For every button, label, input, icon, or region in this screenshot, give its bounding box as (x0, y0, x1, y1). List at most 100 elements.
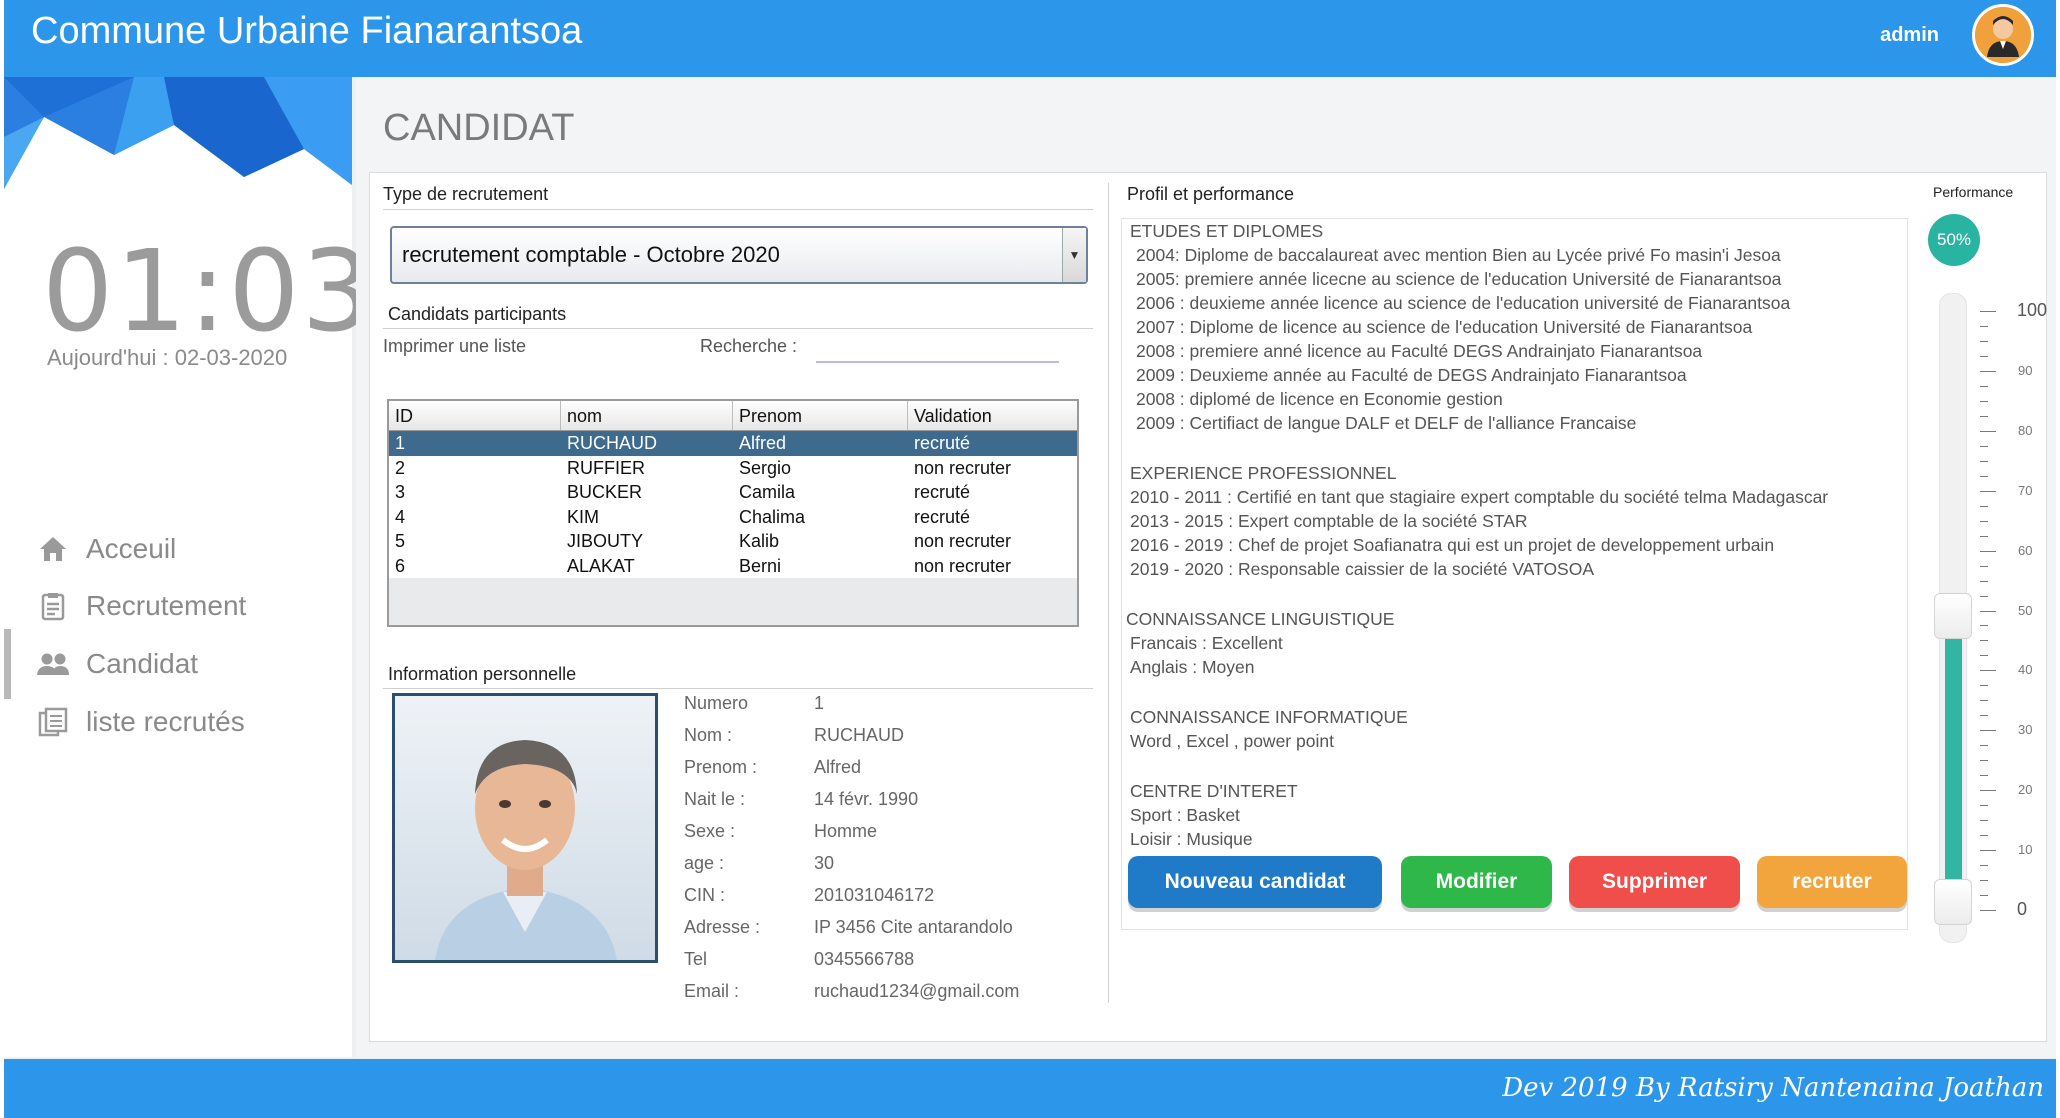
recruit-button[interactable]: recruter (1757, 856, 1907, 908)
info-value: Homme (814, 821, 878, 841)
cell-id: 2 (395, 457, 406, 478)
performance-title: Performance (1933, 184, 2014, 200)
cell-id: 3 (395, 482, 406, 502)
profile-line: 2009 : Certifiact de langue DALF et DELF… (1136, 413, 1637, 433)
nav-item-liste-recrutes[interactable]: liste recrutés (4, 687, 352, 757)
column-header-id[interactable]: ID (389, 401, 561, 430)
divider (383, 209, 1093, 210)
table-row[interactable]: 5 JIBOUTY Kalib non recruter (389, 529, 1077, 554)
scale-tick (1980, 865, 1988, 867)
profile-line: 2016 - 2019 : Chef de projet Soafianatra… (1130, 535, 1775, 555)
cell-nom: KIM (567, 506, 600, 527)
candidates-table: ID nom Prenom Validation 1 RUCHAUD Alfre… (387, 399, 1079, 627)
scale-tick (1980, 460, 1988, 462)
profile-line: Word , Excel , power point (1130, 731, 1334, 751)
info-key: CIN : (684, 885, 726, 905)
new-candidate-button[interactable]: Nouveau candidat (1128, 856, 1382, 908)
scale-tick (1980, 745, 1988, 747)
scale-tick (1980, 520, 1988, 522)
profile-line: 2013 - 2015 : Expert comptable de la soc… (1130, 511, 1528, 531)
info-value: 1 (814, 693, 825, 713)
clock: 01:03 (42, 227, 375, 357)
cell-id: 5 (395, 531, 406, 551)
cell-id: 4 (395, 506, 406, 527)
scale-tick (1980, 835, 1988, 837)
column-header-nom[interactable]: nom (561, 401, 733, 430)
table-row[interactable]: 4 KIM Chalima recruté (389, 504, 1077, 529)
table-row[interactable]: 3 BUCKER Camila recruté (389, 480, 1077, 505)
profile-line: 2009 : Deuxieme année au Faculté de DEGS… (1136, 365, 1687, 385)
performance-slider-min-thumb[interactable] (1934, 879, 1972, 925)
print-list-link[interactable]: Imprimer une liste (383, 336, 526, 357)
info-value: ruchaud1234@gmail.com (814, 981, 1020, 1001)
recruitment-type-select[interactable]: recrutement comptable - Octobre 2020 ▼ (390, 226, 1088, 284)
profile-text-area[interactable]: ETUDES ET DIPLOMES 2004: Diplome de bacc… (1121, 218, 1908, 930)
profile-line: 2004: Diplome de baccalaureat avec menti… (1136, 245, 1781, 265)
scale-tick (1980, 311, 1996, 312)
nav-label: Recrutement (86, 590, 247, 621)
scale-tick (1980, 595, 1988, 597)
scale-tick (1980, 370, 1996, 372)
scale-label: 70 (2018, 482, 2033, 498)
search-label: Recherche : (700, 336, 798, 356)
info-value: IP 3456 Cite antarandolo (814, 917, 1013, 937)
cell-prenom: Alfred (739, 433, 787, 453)
scale-tick (1980, 715, 1988, 717)
info-key: Numero (684, 693, 749, 713)
scale-tick (1980, 640, 1988, 642)
info-value: 14 févr. 1990 (814, 789, 919, 809)
scale-tick (1980, 340, 1988, 342)
chevron-down-icon[interactable]: ▼ (1062, 228, 1086, 282)
scale-label: 50 (2018, 602, 2033, 618)
cell-prenom: Camila (739, 482, 796, 502)
info-value: 0345566788 (814, 949, 915, 969)
profile-heading: EXPERIENCE PROFESSIONNEL (1130, 463, 1397, 483)
scale-tick (1980, 895, 1988, 897)
cell-validation: recruté (914, 482, 971, 502)
info-key: Email : (684, 981, 740, 1001)
cell-prenom: Berni (739, 555, 782, 576)
table-row[interactable]: 1 RUCHAUD Alfred recruté (389, 431, 1077, 456)
info-key: Adresse : (684, 917, 761, 937)
profile-line: 2007 : Diplome de licence au science de … (1136, 317, 1753, 337)
scale-label: 40 (2018, 662, 2033, 678)
candidate-photo (392, 693, 658, 963)
scale-tick (1980, 505, 1988, 507)
cell-validation: non recruter (914, 457, 1012, 478)
user-avatar-icon[interactable] (1972, 4, 2034, 66)
scale-label-max: 100 (2017, 300, 2048, 320)
nav-label: liste recrutés (86, 706, 245, 737)
column-header-prenom[interactable]: Prenom (733, 401, 908, 430)
cell-validation: non recruter (914, 531, 1012, 551)
profile-heading: CONNAISSANCE LINGUISTIQUE (1126, 609, 1395, 629)
table-row[interactable]: 6 ALAKAT Berni non recruter (389, 553, 1077, 578)
info-value: 30 (814, 853, 835, 873)
column-header-validation[interactable]: Validation (908, 401, 1077, 430)
performance-slider-fill (1945, 630, 1962, 898)
home-icon (36, 532, 70, 566)
scale-tick (1980, 415, 1988, 417)
nav-label: Candidat (86, 648, 199, 679)
cell-validation: non recruter (914, 555, 1012, 576)
recruitment-type-value: recrutement comptable - Octobre 2020 (402, 242, 780, 267)
edit-button[interactable]: Modifier (1401, 856, 1552, 908)
cell-id: 6 (395, 555, 406, 576)
info-key: Nait le : (684, 789, 746, 809)
user-name[interactable]: admin (1880, 24, 1939, 47)
list-icon (36, 705, 70, 739)
nav-label: Acceuil (86, 533, 177, 564)
sidebar: 01:03 Aujourd'hui : 02-03-2020 Acceuil R… (4, 77, 373, 1057)
scale-label: 60 (2018, 542, 2033, 558)
search-input[interactable] (816, 333, 1059, 363)
table-row[interactable]: 2 RUFFIER Sergio non recruter (389, 455, 1077, 480)
scale-tick (1980, 430, 1996, 432)
scale-tick (1980, 910, 1996, 911)
scale-label-min: 0 (2017, 899, 2028, 919)
info-value: 201031046172 (814, 885, 935, 905)
performance-slider-thumb[interactable] (1934, 592, 1972, 639)
cell-nom: ALAKAT (567, 555, 635, 576)
recruitment-type-label: Type de recrutement (383, 184, 549, 204)
scale-tick (1980, 385, 1988, 387)
divider (383, 688, 1093, 689)
delete-button[interactable]: Supprimer (1569, 856, 1740, 908)
